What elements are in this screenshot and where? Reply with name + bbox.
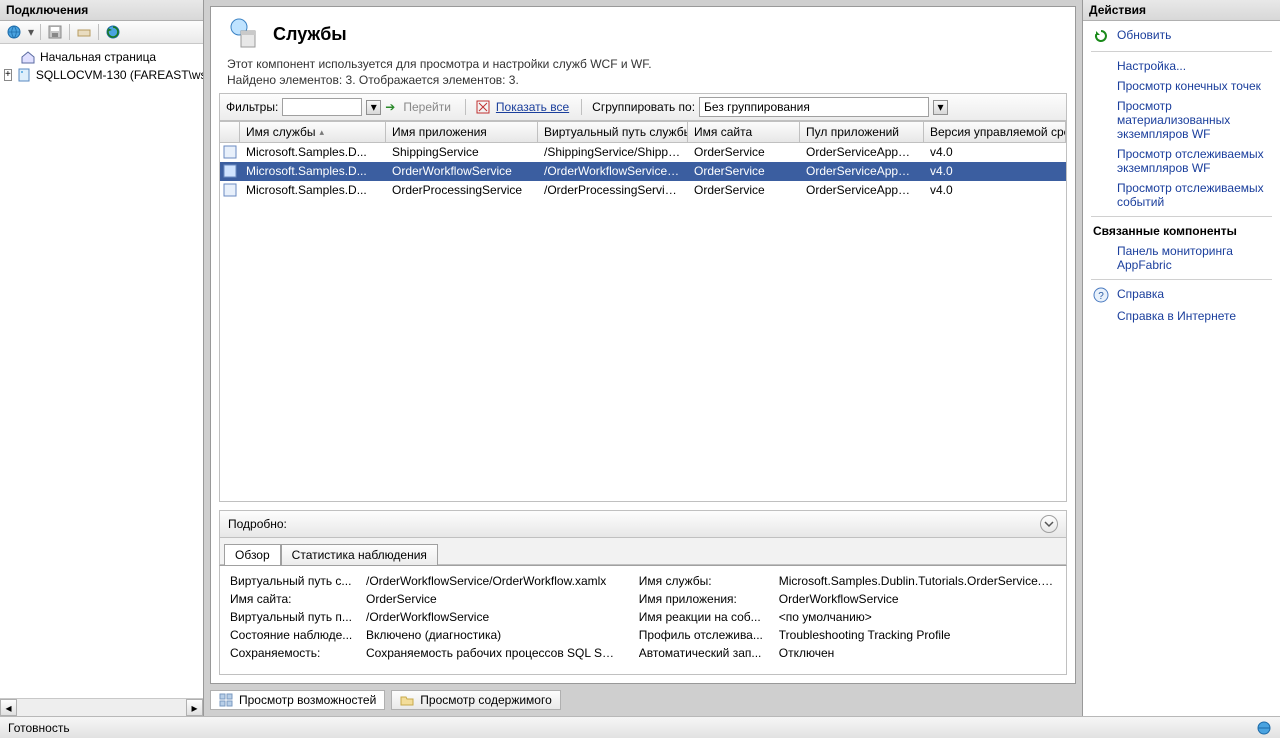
col-icon[interactable] xyxy=(220,122,240,142)
globe-back-icon[interactable] xyxy=(6,24,22,40)
refresh-globe-icon[interactable] xyxy=(105,24,121,40)
action-help-online[interactable]: Справка в Интернете xyxy=(1083,306,1280,326)
group-by-value: Без группирования xyxy=(704,100,810,114)
connections-tree[interactable]: Начальная страница + SQLLOCVM-130 (FAREA… xyxy=(0,44,203,698)
related-components-header: Связанные компоненты xyxy=(1083,221,1280,241)
details-pane: Подробно: Обзор Статистика наблюдения Ви… xyxy=(219,510,1067,675)
table-row[interactable]: Microsoft.Samples.D... OrderWorkflowServ… xyxy=(220,162,1066,181)
group-by-dropdown-icon[interactable]: ▾ xyxy=(933,100,948,115)
action-tracked-events[interactable]: Просмотр отслеживаемых событий xyxy=(1083,178,1280,212)
svg-text:?: ? xyxy=(1098,291,1104,302)
tab-stats[interactable]: Статистика наблюдения xyxy=(281,544,438,565)
action-dashboard[interactable]: Панель мониторинга AppFabric xyxy=(1083,241,1280,275)
actions-header: Действия xyxy=(1083,0,1280,21)
grid-header: Имя службы ▴ Имя приложения Виртуальный … xyxy=(220,122,1066,143)
connections-h-scrollbar[interactable]: ◂ ▸ xyxy=(0,698,203,716)
services-grid: Имя службы ▴ Имя приложения Виртуальный … xyxy=(219,121,1067,502)
details-right-column: Имя службы:Microsoft.Samples.Dublin.Tuto… xyxy=(639,574,1056,660)
grid-icon xyxy=(219,693,233,707)
tab-overview[interactable]: Обзор xyxy=(224,544,281,565)
show-all-link[interactable]: Показать все xyxy=(494,100,571,114)
page-description: Этот компонент используется для просмотр… xyxy=(211,57,1075,73)
action-persisted-wf[interactable]: Просмотр материализованных экземпляров W… xyxy=(1083,96,1280,144)
action-help[interactable]: ? Справка xyxy=(1083,284,1280,306)
col-runtime-version[interactable]: Версия управляемой сре... xyxy=(924,122,1066,142)
scroll-right-icon[interactable]: ▸ xyxy=(186,699,203,716)
save-icon[interactable] xyxy=(47,24,63,40)
view-content-tab[interactable]: Просмотр содержимого xyxy=(391,690,560,710)
expander-icon[interactable]: + xyxy=(4,69,12,81)
table-row[interactable]: Microsoft.Samples.D... OrderProcessingSe… xyxy=(220,181,1066,200)
details-tabs: Обзор Статистика наблюдения xyxy=(219,538,1067,565)
show-all-icon xyxy=(476,100,490,114)
filter-go-label: Перейти xyxy=(399,100,455,114)
services-icon xyxy=(227,17,261,51)
details-body: Виртуальный путь с.../OrderWorkflowServi… xyxy=(219,565,1067,675)
connect-icon[interactable] xyxy=(76,24,92,40)
page-title: Службы xyxy=(273,24,347,45)
details-title: Подробно: xyxy=(228,517,287,531)
action-configure[interactable]: Настройка... xyxy=(1083,56,1280,76)
action-endpoints[interactable]: Просмотр конечных точек xyxy=(1083,76,1280,96)
col-app-name[interactable]: Имя приложения xyxy=(386,122,538,142)
status-globe-icon xyxy=(1256,720,1272,736)
filter-dropdown-icon[interactable]: ▾ xyxy=(366,100,381,115)
filter-bar: Фильтры: ▾ ➔ Перейти Показать все Сгрупп… xyxy=(219,93,1067,121)
filters-label: Фильтры: xyxy=(226,100,278,114)
connections-header: Подключения xyxy=(0,0,203,21)
details-left-column: Виртуальный путь с.../OrderWorkflowServi… xyxy=(230,574,615,660)
status-text: Готовность xyxy=(8,721,70,735)
col-virtual-path[interactable]: Виртуальный путь службы xyxy=(538,122,688,142)
refresh-icon xyxy=(1093,28,1109,44)
action-refresh[interactable]: Обновить xyxy=(1083,25,1280,47)
tree-start-label: Начальная страница xyxy=(40,50,156,64)
connections-toolbar: ▾ xyxy=(0,21,203,44)
details-header: Подробно: xyxy=(219,510,1067,538)
help-icon: ? xyxy=(1093,287,1109,303)
col-service-name[interactable]: Имя службы ▴ xyxy=(240,122,386,142)
server-icon xyxy=(16,67,32,83)
view-tabs: Просмотр возможностей Просмотр содержимо… xyxy=(204,684,1082,716)
tree-server-node[interactable]: + SQLLOCVM-130 (FAREAST\wssb xyxy=(0,66,203,84)
home-icon xyxy=(20,49,36,65)
connections-panel: Подключения ▾ xyxy=(0,0,204,716)
col-app-pool[interactable]: Пул приложений xyxy=(800,122,924,142)
actions-panel: Действия Обновить Настройка... Просмотр … xyxy=(1082,0,1280,716)
action-tracked-wf[interactable]: Просмотр отслеживаемых экземпляров WF xyxy=(1083,144,1280,178)
result-count: Найдено элементов: 3. Отображается элеме… xyxy=(211,73,1075,93)
table-row[interactable]: Microsoft.Samples.D... ShippingService /… xyxy=(220,143,1066,162)
status-bar: Готовность xyxy=(0,716,1280,738)
group-by-select[interactable]: Без группирования xyxy=(699,97,929,117)
tree-start-page[interactable]: Начальная страница xyxy=(0,48,203,66)
view-features-tab[interactable]: Просмотр возможностей xyxy=(210,690,385,710)
grid-body[interactable]: Microsoft.Samples.D... ShippingService /… xyxy=(220,143,1066,501)
folder-icon xyxy=(400,693,414,707)
center-panel: Службы Этот компонент используется для п… xyxy=(204,0,1082,716)
sort-asc-icon: ▴ xyxy=(320,127,325,138)
filter-input[interactable] xyxy=(282,98,362,116)
tree-server-label: SQLLOCVM-130 (FAREAST\wssb xyxy=(36,68,203,82)
col-site-name[interactable]: Имя сайта xyxy=(688,122,800,142)
group-by-label: Сгруппировать по: xyxy=(592,100,695,114)
collapse-icon[interactable] xyxy=(1040,515,1058,533)
filter-go-icon: ➔ xyxy=(385,100,395,114)
scroll-left-icon[interactable]: ◂ xyxy=(0,699,17,716)
